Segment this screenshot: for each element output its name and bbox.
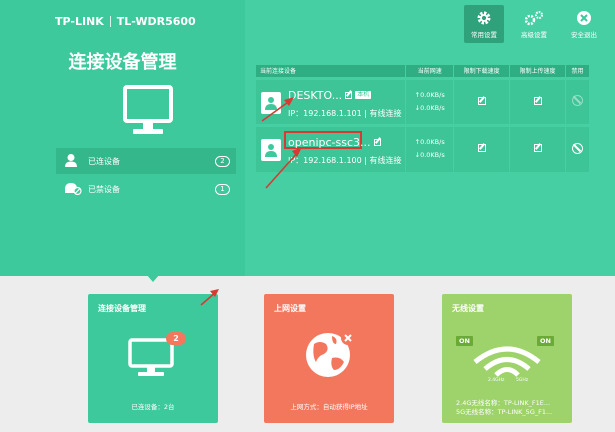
card-footer: 2.4G无线名称：TP-LINK_F1E... 5G无线名称：TP-LINK_5… xyxy=(456,399,572,417)
annotation-arrow xyxy=(261,97,294,122)
col-speed: 当前网速 xyxy=(405,65,455,78)
page-title: 连接设备管理 xyxy=(68,52,177,73)
gears-icon xyxy=(524,11,543,26)
device-name-row: DESKTO... 本机 xyxy=(288,89,372,102)
edit-icon[interactable] xyxy=(533,96,542,105)
tplink-logo: TP-LINK xyxy=(55,15,104,28)
annotation-arrow xyxy=(200,289,219,306)
close-icon xyxy=(577,11,591,25)
col-device: 当前连接设备 xyxy=(256,65,407,78)
upload-limit-cell xyxy=(509,76,566,125)
monitor-icon xyxy=(123,85,173,134)
model-name: TL-WDR5600 xyxy=(116,15,196,28)
download-limit-cell xyxy=(453,123,511,172)
table-row: openipc-ssc3... IP：192.168.1.100 | 有线连接 … xyxy=(256,123,591,172)
panel-pointer xyxy=(146,274,160,282)
card-title: 无线设置 xyxy=(452,304,484,313)
logout-button[interactable]: 安全退出 xyxy=(564,5,604,43)
local-badge: 本机 xyxy=(355,91,372,99)
col-download-limit: 限制下载速度 xyxy=(453,65,511,78)
edit-icon[interactable] xyxy=(533,144,542,153)
blocked-device-icon xyxy=(65,183,82,195)
edit-icon[interactable] xyxy=(345,91,353,99)
col-ban: 禁用 xyxy=(565,65,591,78)
common-settings-button[interactable]: 常用设置 xyxy=(464,5,504,43)
ssid-5g: 5G无线名称：TP-LINK_5G_F1... xyxy=(456,408,553,416)
sidebar-item-connected[interactable]: 已连设备 2 xyxy=(56,148,236,174)
ban-icon[interactable] xyxy=(571,142,583,154)
gear-icon xyxy=(477,11,491,25)
device-ip: IP：192.168.1.101 | 有线连接 xyxy=(288,108,402,118)
nav-label: 高级设置 xyxy=(521,31,547,39)
card-footer: 上网方式：自动获得IP地址 xyxy=(290,403,368,411)
ban-cell xyxy=(565,123,591,172)
edit-icon[interactable] xyxy=(477,144,486,153)
device-count-badge: 2 xyxy=(166,332,186,345)
card-device-management[interactable]: 连接设备管理 2 已连设备：2台 xyxy=(88,294,218,423)
download-speed: ↓0.0KB/s xyxy=(414,103,445,112)
count-badge: 1 xyxy=(215,183,230,195)
sidebar-item-blocked[interactable]: 已禁设备 1 xyxy=(56,176,236,202)
left-panel: TP-LINK TL-WDR5600 连接设备管理 已连设备 2 已禁设备 1 xyxy=(0,0,245,276)
card-footer: 已连设备：2台 xyxy=(131,403,175,411)
upload-speed: ↑0.0KB/s xyxy=(414,90,445,99)
nav-label: 常用设置 xyxy=(471,31,497,39)
band-label-5g: 5GHz xyxy=(516,378,529,383)
brand: TP-LINK TL-WDR5600 xyxy=(55,15,196,28)
nav-label: 安全退出 xyxy=(571,31,597,39)
speed-cell: ↑0.0KB/s ↓0.0KB/s xyxy=(405,123,455,172)
upload-speed: ↑0.0KB/s xyxy=(414,138,445,147)
table-header-row: 当前连接设备 当前网速 限制下载速度 限制上传速度 禁用 xyxy=(256,65,591,78)
band-label-24g: 2.4GHz xyxy=(488,378,505,383)
ban-cell xyxy=(565,76,591,125)
card-internet-settings[interactable]: 上网设置 上网方式：自动获得IP地址 xyxy=(264,294,394,423)
table-row: DESKTO... 本机 IP：192.168.1.101 | 有线连接 ↑0.… xyxy=(256,76,591,125)
user-icon xyxy=(65,154,77,167)
upload-limit-cell xyxy=(509,123,566,172)
edit-icon[interactable] xyxy=(373,138,381,146)
annotation-arrow xyxy=(265,147,302,189)
speed-cell: ↑0.0KB/s ↓0.0KB/s xyxy=(405,76,455,125)
wifi-icon xyxy=(473,346,541,377)
download-speed: ↓0.0KB/s xyxy=(414,151,445,160)
advanced-settings-button[interactable]: 高级设置 xyxy=(514,5,554,43)
card-title: 上网设置 xyxy=(274,304,306,313)
edit-icon[interactable] xyxy=(477,96,486,105)
ssid-24g: 2.4G无线名称：TP-LINK_F1E... xyxy=(456,399,551,407)
card-wireless-settings[interactable]: 无线设置 ON ON 2.4GHz 5GHz 2.4G无线名称：TP-LINK_… xyxy=(442,294,572,423)
sidebar-item-label: 已连设备 xyxy=(88,156,120,166)
download-limit-cell xyxy=(453,76,511,125)
monitor-icon xyxy=(128,338,174,376)
brand-separator xyxy=(109,16,111,27)
ban-icon xyxy=(571,95,583,106)
globe-icon xyxy=(306,331,355,377)
card-title: 连接设备管理 xyxy=(98,304,146,313)
col-upload-limit: 限制上传速度 xyxy=(509,65,566,78)
count-badge: 2 xyxy=(215,155,230,167)
device-table: 当前连接设备 当前网速 限制下载速度 限制上传速度 禁用 DESKTO... 本… xyxy=(256,65,591,172)
sidebar-item-label: 已禁设备 xyxy=(88,184,120,194)
